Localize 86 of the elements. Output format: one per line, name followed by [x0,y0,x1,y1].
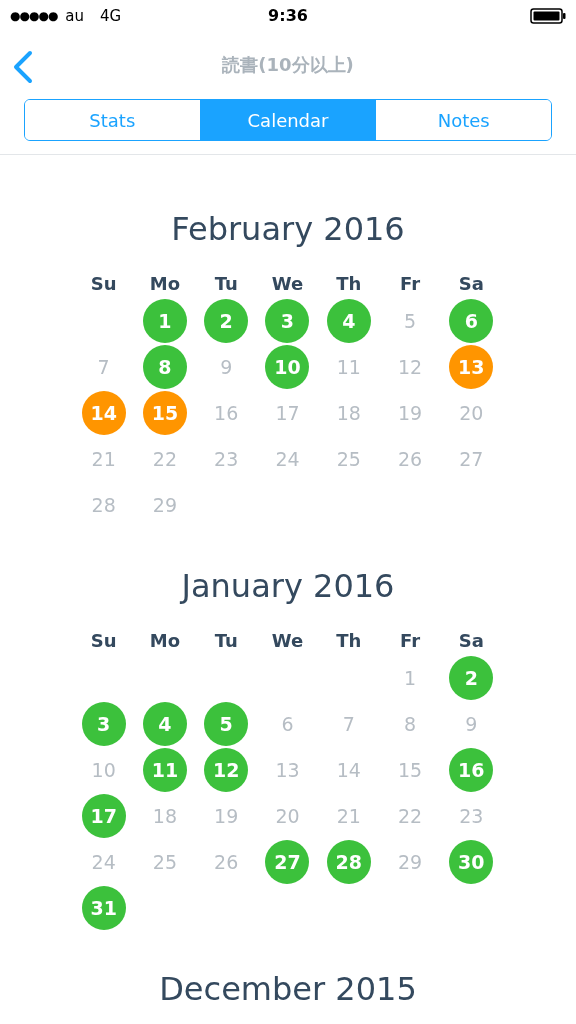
day-number: 9 [220,354,233,380]
day-marker: 8 [142,345,187,389]
day-number: 5 [404,308,417,334]
day-marker: 2 [449,656,494,700]
day-number: 23 [459,803,484,829]
day-number: 15 [397,757,423,783]
weekday-label: Th [335,271,363,296]
day-number: 18 [336,400,361,426]
weekday-label: Th [335,628,363,653]
day-number: 24 [91,849,116,875]
day-number: 12 [397,354,423,380]
day-number: 20 [275,803,300,829]
day-number: 27 [459,446,484,472]
network-type: 4G [100,5,122,27]
screen-title: 読書(10分以上) [222,52,354,77]
weekday-label: Su [89,628,118,653]
day-marker: 28 [326,840,371,884]
day-number: 8 [404,711,417,737]
weekday-label: Fr [399,628,422,653]
day-number: 22 [397,803,423,829]
back-button[interactable] [12,50,34,84]
weekday-label: Fr [399,271,422,296]
carrier-name: au [65,5,85,27]
day-number: 17 [275,400,300,426]
day-number: 26 [214,849,239,875]
day-marker: 10 [265,345,310,389]
day-marker: 13 [449,345,494,389]
day-number: 21 [91,446,116,472]
signal-strength: ●●●●● [10,8,58,25]
day-marker: 11 [142,748,187,792]
month-title: February 2016 [170,209,406,249]
day-number: 10 [91,757,116,783]
weekday-label: We [270,628,305,653]
day-marker: 2 [204,299,249,343]
day-number: 24 [275,446,300,472]
day-marker: 14 [81,391,126,435]
day-marker: 15 [142,391,187,435]
weekday-label: Tu [213,628,239,653]
weekday-label: Mo [148,628,182,653]
day-marker: 16 [449,748,494,792]
day-number: 21 [336,803,361,829]
day-number: 7 [97,354,110,380]
day-number: 29 [397,849,423,875]
month-title: December 2015 [158,969,418,1009]
month-title: January 2016 [178,566,396,606]
status-time: 9:36 [268,5,308,27]
day-number: 23 [214,446,239,472]
day-number: 18 [152,803,177,829]
day-number: 13 [275,757,300,783]
day-marker: 4 [142,702,187,746]
day-marker: 17 [81,794,126,838]
day-marker: 31 [81,886,126,930]
day-number: 20 [459,400,484,426]
battery-icon [530,8,566,24]
day-number: 25 [336,446,361,472]
day-marker: 4 [326,299,371,343]
day-marker: 30 [449,840,494,884]
day-number: 7 [342,711,355,737]
day-number: 6 [281,711,294,737]
day-number: 19 [214,803,239,829]
weekday-label: We [270,271,305,296]
day-number: 22 [152,446,177,472]
day-number: 14 [336,757,361,783]
weekday-label: Su [89,271,118,296]
day-marker: 5 [204,702,249,746]
weekday-label: Mo [148,271,182,296]
day-number: 26 [397,446,423,472]
day-number: 19 [397,400,423,426]
day-marker: 12 [204,748,249,792]
segment-tab[interactable]: Notes [375,100,551,140]
day-number: 25 [152,849,177,875]
day-marker: 3 [265,299,310,343]
day-marker: 6 [449,299,494,343]
segment-tab[interactable]: Calendar [199,100,376,140]
weekday-label: Tu [213,271,239,296]
day-number: 16 [214,400,239,426]
weekday-label: Sa [457,271,485,296]
day-number: 11 [336,354,361,380]
weekday-label: Sa [457,628,485,653]
day-marker: 27 [265,840,310,884]
day-number: 29 [152,492,177,518]
day-number: 9 [465,711,478,737]
day-marker: 3 [81,702,126,746]
day-number: 1 [404,665,417,691]
day-number: 28 [91,492,116,518]
day-marker: 1 [142,299,187,343]
